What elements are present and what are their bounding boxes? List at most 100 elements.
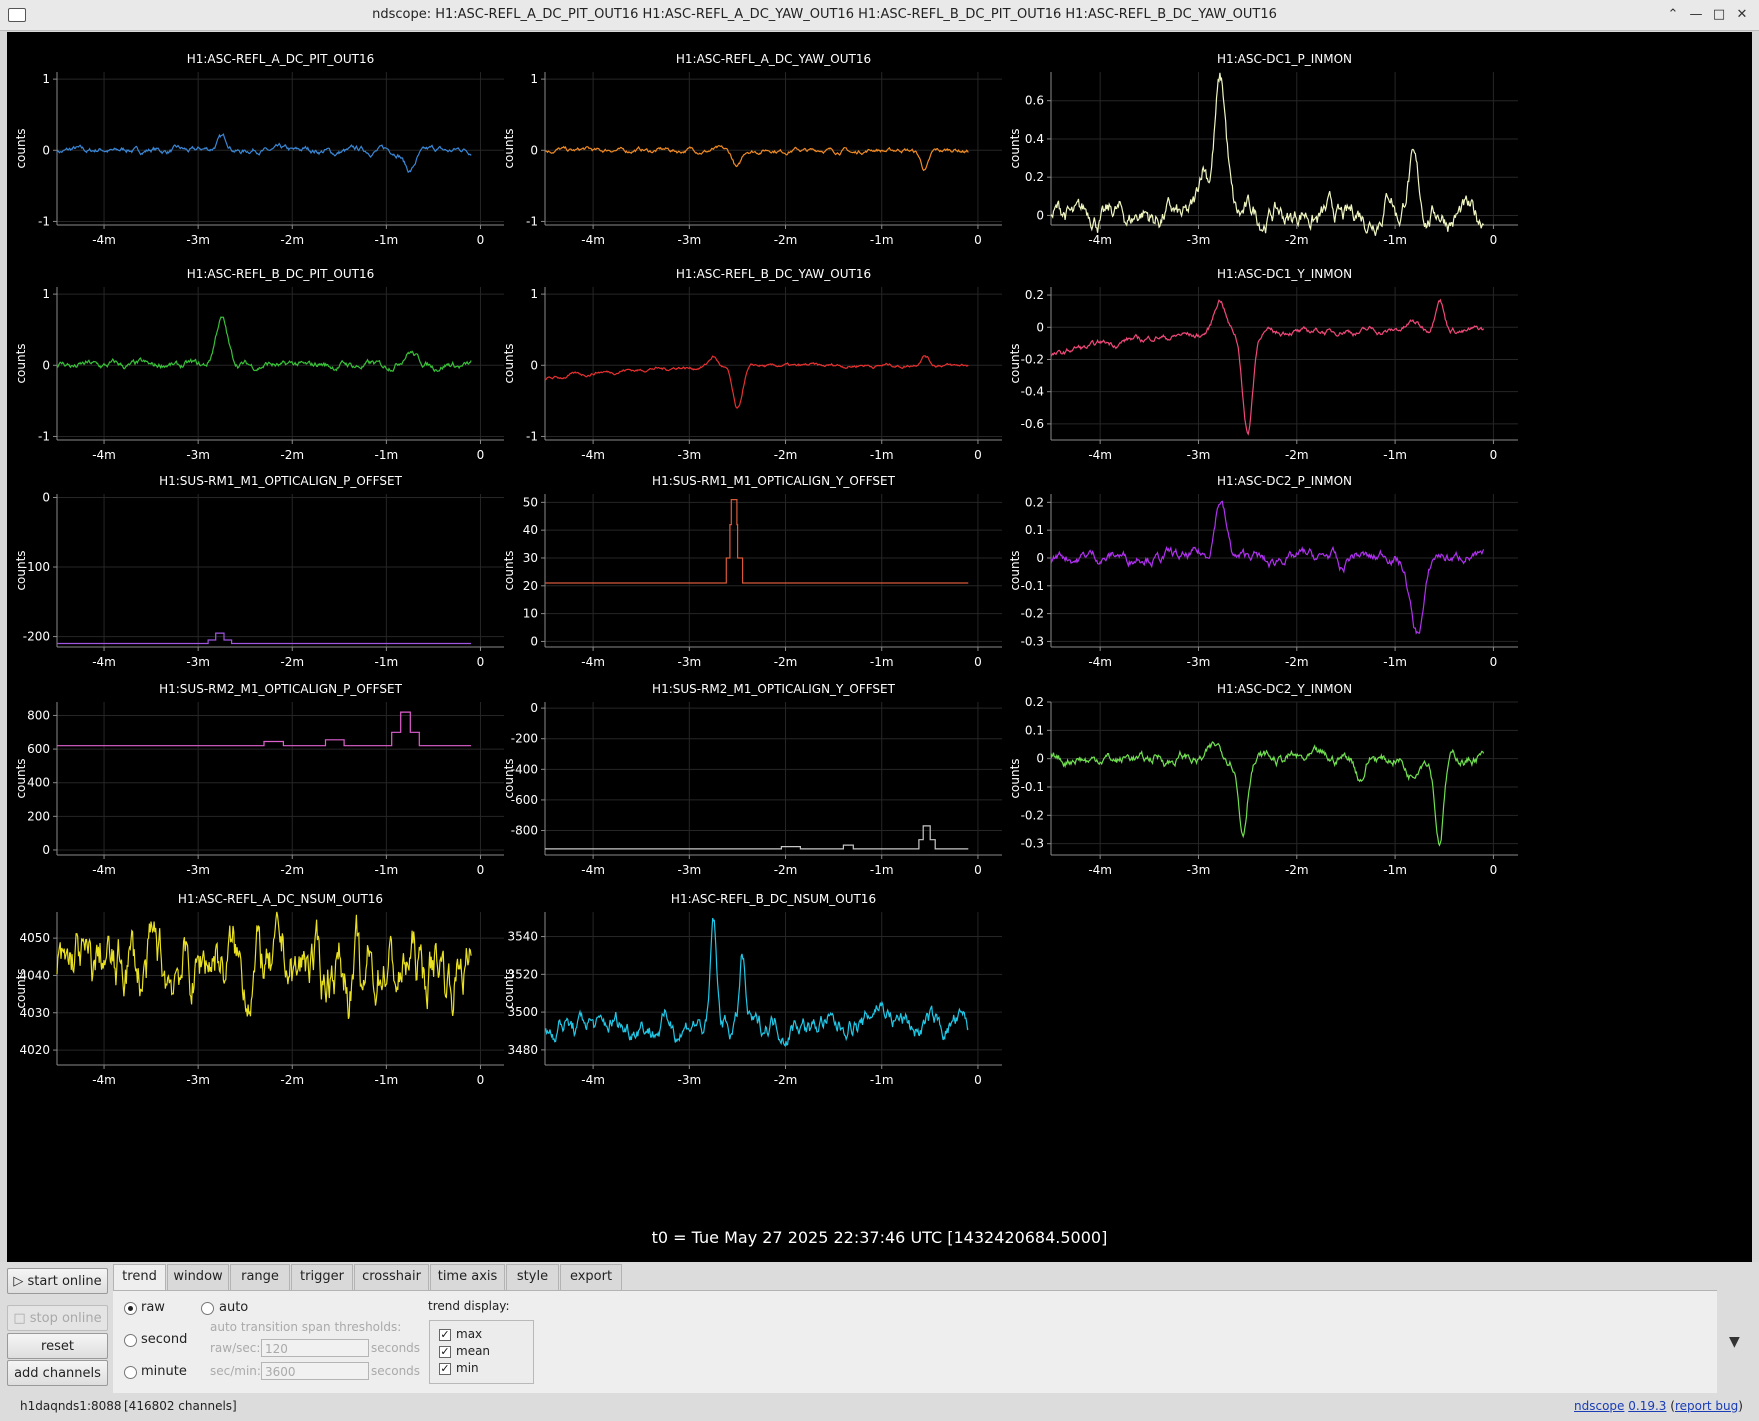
x-tick-label: -1m — [1383, 233, 1407, 247]
plot-panel[interactable]: H1:ASC-DC2_Y_INMONcounts0.20.10-0.1-0.2-… — [1008, 682, 1518, 877]
x-tick-label: 0 — [1490, 448, 1498, 462]
plot-panel[interactable]: H1:ASC-REFL_B_DC_PIT_OUT16counts 1 0 -1 -4m -… — [14, 267, 504, 462]
stop-online-label: stop online — [29, 1311, 102, 1326]
plot-panel[interactable]: H1:SUS-RM1_M1_OPTICALIGN_Y_OFFSETcounts 5… — [502, 474, 1002, 669]
y-axis-label: counts — [14, 128, 28, 168]
y-tick-label: 0.2 — [1025, 288, 1044, 302]
plot-title: H1:SUS-RM1_M1_OPTICALIGN_P_OFFSET — [159, 474, 402, 488]
x-tick-label: -4m — [581, 233, 605, 247]
y-tick-label: -0.2 — [1021, 808, 1044, 822]
y-tick-label: 20 — [523, 579, 538, 593]
data-trace — [544, 145, 969, 172]
x-tick-label: -2m — [280, 233, 304, 247]
x-tick-label: 0 — [1490, 863, 1498, 877]
reset-button[interactable]: reset — [7, 1333, 108, 1359]
tab-trigger[interactable]: trigger — [291, 1264, 353, 1290]
tab-range[interactable]: range — [230, 1264, 290, 1290]
plot-grid[interactable]: H1:ASC-REFL_A_DC_PIT_OUT16counts10-1-4m -… — [7, 32, 1752, 1222]
auto-label: auto — [219, 1300, 249, 1315]
y-tick-label: 0.2 — [1025, 170, 1044, 184]
ndscope-link[interactable]: ndscope — [1574, 1399, 1624, 1413]
x-tick-label: -4m — [92, 655, 116, 669]
tab-style[interactable]: style — [506, 1264, 559, 1290]
x-tick-label: -2m — [280, 1073, 304, 1087]
x-tick-label: -4m — [92, 448, 116, 462]
plot-panel[interactable]: H1:ASC-REFL_A_DC_YAW_OUT16counts 1 0 -1 -4m -… — [502, 52, 1002, 247]
plot-panel[interactable]: H1:SUS-RM2_M1_OPTICALIGN_Y_OFFSETcounts0… — [502, 682, 1002, 877]
maximize-button[interactable]: □ — [1709, 5, 1729, 25]
plot-panel[interactable]: H1:ASC-DC1_Y_INMONcounts0.20-0.2-0.4-0.6… — [1008, 267, 1518, 462]
y-tick-label: -1 — [526, 214, 538, 228]
minute-radio[interactable] — [124, 1366, 137, 1379]
expand-panel-icon[interactable]: ▼ — [1729, 1334, 1740, 1350]
plot-panel[interactable]: H1:ASC-DC1_P_INMONcounts 0.6 0.4 0.2 0 -4m -3m… — [1008, 52, 1518, 247]
plot-panel[interactable]: H1:SUS-RM2_M1_OPTICALIGN_P_OFFSETcounts 8… — [14, 682, 504, 877]
y-axis-label: counts — [14, 343, 28, 383]
x-tick-label: -3m — [186, 655, 210, 669]
y-tick-label: 3540 — [507, 930, 538, 944]
x-tick-label: -2m — [280, 448, 304, 462]
y-tick-label: 0 — [530, 634, 538, 648]
tab-trend[interactable]: trend — [113, 1264, 166, 1291]
t0-label: t0 = Tue May 27 2025 22:37:46 UTC [14324… — [651, 1228, 1108, 1247]
plot-panel[interactable]: H1:ASC-REFL_A_DC_NSUM_OUT16counts4050404… — [14, 892, 504, 1087]
data-trace — [56, 316, 472, 373]
channel-count: [416802 channels] — [124, 1399, 237, 1413]
y-tick-label: 4050 — [19, 931, 50, 945]
mean-label: mean — [456, 1344, 491, 1358]
plot-panel[interactable]: H1:ASC-REFL_B_DC_YAW_OUT16counts 1 0 -1 -4m -… — [502, 267, 1002, 462]
tab-time-axis[interactable]: time axis — [430, 1264, 505, 1290]
x-tick-label: -4m — [92, 233, 116, 247]
minimize-button[interactable]: — — [1686, 5, 1706, 25]
y-tick-label: 0 — [530, 701, 538, 715]
y-tick-label: 400 — [27, 776, 50, 790]
status-bar: h1daqnds1:8088 [416802 channels] ndscope… — [0, 1392, 1759, 1421]
shade-chevron-icon[interactable]: ⌃ — [1663, 5, 1683, 25]
min-checkbox[interactable]: ✓ — [439, 1363, 451, 1375]
plot-panel[interactable]: H1:SUS-RM1_M1_OPTICALIGN_P_OFFSETcounts0… — [14, 474, 504, 669]
plot-title: H1:ASC-REFL_A_DC_NSUM_OUT16 — [178, 892, 383, 906]
mean-checkbox[interactable]: ✓ — [439, 1346, 451, 1358]
x-tick-label: 0 — [1490, 655, 1498, 669]
add-channels-button[interactable]: add channels — [7, 1360, 108, 1386]
tab-crosshair[interactable]: crosshair — [354, 1264, 429, 1290]
min-label: min — [456, 1361, 479, 1375]
plot-panel[interactable]: H1:ASC-REFL_B_DC_NSUM_OUT16counts3540352… — [502, 892, 1002, 1087]
report-bug-link[interactable]: report bug — [1675, 1399, 1738, 1413]
version-info: ndscope 0.19.3 (report bug) — [1574, 1399, 1743, 1413]
y-axis-label: counts — [502, 550, 516, 590]
close-button[interactable]: ✕ — [1732, 5, 1752, 25]
raw-sec-unit: seconds — [371, 1341, 421, 1355]
plot-panel[interactable]: H1:ASC-DC2_P_INMONcounts0.20.10-0.1-0.2-… — [1008, 474, 1518, 669]
x-tick-label: -2m — [280, 655, 304, 669]
version-link[interactable]: 0.19.3 — [1628, 1399, 1666, 1413]
tab-export[interactable]: export — [560, 1264, 622, 1290]
x-tick-label: -1m — [1383, 448, 1407, 462]
plot-title: H1:ASC-DC2_Y_INMON — [1217, 682, 1352, 696]
start-online-button[interactable]: ▷ start online — [7, 1268, 108, 1294]
y-tick-label: 0.4 — [1025, 132, 1044, 146]
x-tick-label: -4m — [581, 863, 605, 877]
x-tick-label: -1m — [870, 655, 894, 669]
y-axis-label: counts — [502, 343, 516, 383]
x-tick-label: -3m — [677, 233, 701, 247]
max-checkbox[interactable]: ✓ — [439, 1329, 451, 1341]
plot-area[interactable]: H1:ASC-REFL_A_DC_PIT_OUT16 counts 1 0 -1 -4m -… — [7, 32, 1752, 1262]
raw-radio[interactable] — [124, 1302, 137, 1315]
y-axis-label: counts — [14, 758, 28, 798]
x-tick-label: -1m — [870, 448, 894, 462]
tab-window[interactable]: window — [167, 1264, 229, 1290]
x-tick-label: -2m — [1285, 863, 1309, 877]
y-tick-label: -800 — [511, 824, 538, 838]
data-trace — [56, 911, 472, 1019]
trend-display-group: ✓ max ✓ mean ✓ min — [429, 1320, 534, 1384]
auto-radio[interactable] — [201, 1302, 214, 1315]
plot-title: H1:ASC-DC1_P_INMON — [1217, 52, 1352, 66]
plot-panel[interactable]: H1:ASC-REFL_A_DC_PIT_OUT16counts 1 0 -1 -4m -… — [14, 52, 504, 247]
stop-online-button: □ stop online — [7, 1305, 108, 1331]
start-online-label: start online — [27, 1274, 102, 1289]
y-tick-label: 4020 — [19, 1043, 50, 1057]
second-radio[interactable] — [124, 1334, 137, 1347]
data-trace — [57, 632, 472, 645]
y-tick-label: 0 — [1036, 320, 1044, 334]
